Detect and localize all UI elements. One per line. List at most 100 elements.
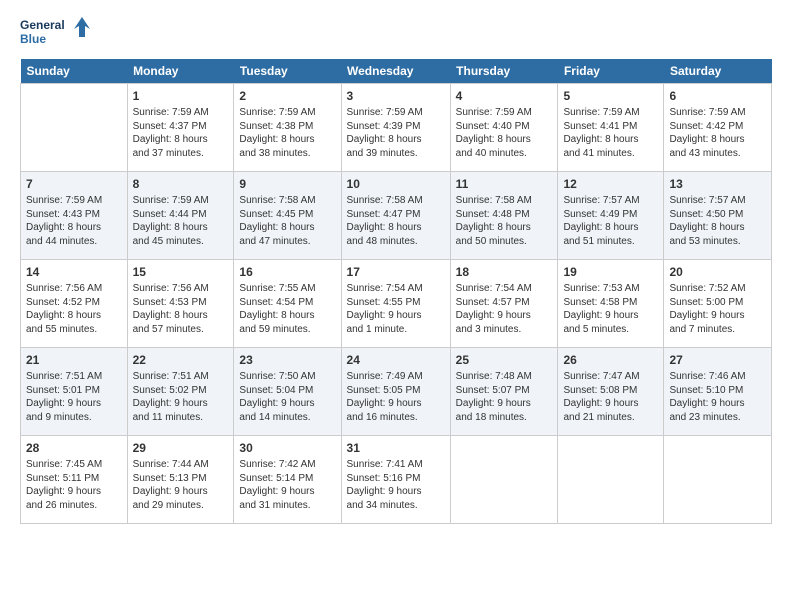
day-info: Sunrise: 7:48 AMSunset: 5:07 PMDaylight:… <box>456 370 553 424</box>
calendar-cell: 1 Sunrise: 7:59 AMSunset: 4:37 PMDaylight… <box>127 84 234 172</box>
calendar-cell: 10 Sunrise: 7:58 AMSunset: 4:47 PMDayligh… <box>341 172 450 260</box>
weekday-header-row: SundayMondayTuesdayWednesdayThursdayFrid… <box>21 59 772 84</box>
day-info: Sunrise: 7:59 AMSunset: 4:40 PMDaylight:… <box>456 106 553 160</box>
day-number: 25 <box>456 352 553 368</box>
calendar-cell: 21 Sunrise: 7:51 AMSunset: 5:01 PMDayligh… <box>21 348 128 436</box>
day-info: Sunrise: 7:55 AMSunset: 4:54 PMDaylight:… <box>239 282 335 336</box>
calendar-cell: 16 Sunrise: 7:55 AMSunset: 4:54 PMDayligh… <box>234 260 341 348</box>
week-row-4: 21 Sunrise: 7:51 AMSunset: 5:01 PMDayligh… <box>21 348 772 436</box>
weekday-monday: Monday <box>127 59 234 84</box>
day-number: 1 <box>133 88 229 104</box>
calendar-cell: 18 Sunrise: 7:54 AMSunset: 4:57 PMDayligh… <box>450 260 558 348</box>
weekday-wednesday: Wednesday <box>341 59 450 84</box>
day-info: Sunrise: 7:42 AMSunset: 5:14 PMDaylight:… <box>239 458 335 512</box>
week-row-5: 28 Sunrise: 7:45 AMSunset: 5:11 PMDayligh… <box>21 436 772 524</box>
day-info: Sunrise: 7:53 AMSunset: 4:58 PMDaylight:… <box>563 282 658 336</box>
calendar-cell: 4 Sunrise: 7:59 AMSunset: 4:40 PMDaylight… <box>450 84 558 172</box>
calendar-cell: 2Sunrise: 7:59 AMSunset: 4:38 PMDaylight… <box>234 84 341 172</box>
calendar-cell: 11 Sunrise: 7:58 AMSunset: 4:48 PMDayligh… <box>450 172 558 260</box>
day-number: 12 <box>563 176 658 192</box>
day-number: 19 <box>563 264 658 280</box>
day-number: 2 <box>239 88 335 104</box>
day-info: Sunrise: 7:52 AMSunset: 5:00 PMDaylight:… <box>669 282 766 336</box>
week-row-1: 1 Sunrise: 7:59 AMSunset: 4:37 PMDaylight… <box>21 84 772 172</box>
day-number: 13 <box>669 176 766 192</box>
calendar-cell: 15 Sunrise: 7:56 AMSunset: 4:53 PMDayligh… <box>127 260 234 348</box>
day-number: 11 <box>456 176 553 192</box>
day-info: Sunrise: 7:54 AMSunset: 4:55 PMDaylight:… <box>347 282 445 336</box>
calendar-cell: 29 Sunrise: 7:44 AMSunset: 5:13 PMDayligh… <box>127 436 234 524</box>
weekday-thursday: Thursday <box>450 59 558 84</box>
day-number: 16 <box>239 264 335 280</box>
calendar-cell: 3Sunrise: 7:59 AMSunset: 4:39 PMDaylight… <box>341 84 450 172</box>
day-number: 4 <box>456 88 553 104</box>
calendar-cell: 14Sunrise: 7:56 AMSunset: 4:52 PMDayligh… <box>21 260 128 348</box>
day-info: Sunrise: 7:44 AMSunset: 5:13 PMDaylight:… <box>133 458 229 512</box>
day-info: Sunrise: 7:46 AMSunset: 5:10 PMDaylight:… <box>669 370 766 424</box>
day-number: 21 <box>26 352 122 368</box>
calendar-cell <box>664 436 772 524</box>
day-info: Sunrise: 7:59 AMSunset: 4:44 PMDaylight:… <box>133 194 229 248</box>
day-info: Sunrise: 7:54 AMSunset: 4:57 PMDaylight:… <box>456 282 553 336</box>
calendar-cell: 30 Sunrise: 7:42 AMSunset: 5:14 PMDayligh… <box>234 436 341 524</box>
calendar-cell <box>21 84 128 172</box>
day-info: Sunrise: 7:59 AMSunset: 4:37 PMDaylight:… <box>133 106 229 160</box>
day-number: 20 <box>669 264 766 280</box>
day-info: Sunrise: 7:59 AMSunset: 4:43 PMDaylight:… <box>26 194 122 248</box>
day-number: 22 <box>133 352 229 368</box>
calendar-cell: 25 Sunrise: 7:48 AMSunset: 5:07 PMDayligh… <box>450 348 558 436</box>
calendar-cell: 17 Sunrise: 7:54 AMSunset: 4:55 PMDayligh… <box>341 260 450 348</box>
day-info: Sunrise: 7:56 AMSunset: 4:52 PMDaylight:… <box>26 282 122 336</box>
calendar-cell: 27Sunrise: 7:46 AMSunset: 5:10 PMDayligh… <box>664 348 772 436</box>
calendar-cell: 28 Sunrise: 7:45 AMSunset: 5:11 PMDayligh… <box>21 436 128 524</box>
calendar-cell: 19 Sunrise: 7:53 AMSunset: 4:58 PMDayligh… <box>558 260 664 348</box>
day-info: Sunrise: 7:51 AMSunset: 5:02 PMDaylight:… <box>133 370 229 424</box>
calendar-cell: 13Sunrise: 7:57 AMSunset: 4:50 PMDayligh… <box>664 172 772 260</box>
day-number: 30 <box>239 440 335 456</box>
calendar-cell: 23Sunrise: 7:50 AMSunset: 5:04 PMDayligh… <box>234 348 341 436</box>
weekday-tuesday: Tuesday <box>234 59 341 84</box>
day-number: 6 <box>669 88 766 104</box>
svg-text:Blue: Blue <box>20 32 46 46</box>
day-number: 31 <box>347 440 445 456</box>
calendar-cell: 22 Sunrise: 7:51 AMSunset: 5:02 PMDayligh… <box>127 348 234 436</box>
day-info: Sunrise: 7:47 AMSunset: 5:08 PMDaylight:… <box>563 370 658 424</box>
calendar-cell: 12 Sunrise: 7:57 AMSunset: 4:49 PMDayligh… <box>558 172 664 260</box>
weekday-sunday: Sunday <box>21 59 128 84</box>
day-number: 28 <box>26 440 122 456</box>
day-info: Sunrise: 7:57 AMSunset: 4:49 PMDaylight:… <box>563 194 658 248</box>
day-info: Sunrise: 7:49 AMSunset: 5:05 PMDaylight:… <box>347 370 445 424</box>
calendar-cell <box>450 436 558 524</box>
calendar-table: SundayMondayTuesdayWednesdayThursdayFrid… <box>20 59 772 524</box>
day-info: Sunrise: 7:45 AMSunset: 5:11 PMDaylight:… <box>26 458 122 512</box>
calendar-cell: 24 Sunrise: 7:49 AMSunset: 5:05 PMDayligh… <box>341 348 450 436</box>
day-number: 10 <box>347 176 445 192</box>
svg-text:General: General <box>20 18 65 32</box>
day-info: Sunrise: 7:41 AMSunset: 5:16 PMDaylight:… <box>347 458 445 512</box>
day-number: 26 <box>563 352 658 368</box>
calendar-cell <box>558 436 664 524</box>
weekday-saturday: Saturday <box>664 59 772 84</box>
calendar-cell: 9Sunrise: 7:58 AMSunset: 4:45 PMDaylight… <box>234 172 341 260</box>
calendar-cell: 31 Sunrise: 7:41 AMSunset: 5:16 PMDayligh… <box>341 436 450 524</box>
calendar-cell: 5Sunrise: 7:59 AMSunset: 4:41 PMDaylight… <box>558 84 664 172</box>
day-number: 24 <box>347 352 445 368</box>
day-number: 17 <box>347 264 445 280</box>
day-number: 7 <box>26 176 122 192</box>
day-info: Sunrise: 7:58 AMSunset: 4:48 PMDaylight:… <box>456 194 553 248</box>
day-number: 29 <box>133 440 229 456</box>
day-number: 18 <box>456 264 553 280</box>
logo-svg: General Blue <box>20 15 90 51</box>
day-info: Sunrise: 7:58 AMSunset: 4:47 PMDaylight:… <box>347 194 445 248</box>
week-row-3: 14Sunrise: 7:56 AMSunset: 4:52 PMDayligh… <box>21 260 772 348</box>
day-number: 23 <box>239 352 335 368</box>
calendar-container: General Blue SundayMondayTuesdayWednesda… <box>0 0 792 534</box>
weekday-friday: Friday <box>558 59 664 84</box>
day-info: Sunrise: 7:56 AMSunset: 4:53 PMDaylight:… <box>133 282 229 336</box>
calendar-cell: 8 Sunrise: 7:59 AMSunset: 4:44 PMDaylight… <box>127 172 234 260</box>
day-info: Sunrise: 7:51 AMSunset: 5:01 PMDaylight:… <box>26 370 122 424</box>
header-row: General Blue <box>20 15 772 51</box>
day-number: 5 <box>563 88 658 104</box>
day-number: 8 <box>133 176 229 192</box>
day-number: 15 <box>133 264 229 280</box>
